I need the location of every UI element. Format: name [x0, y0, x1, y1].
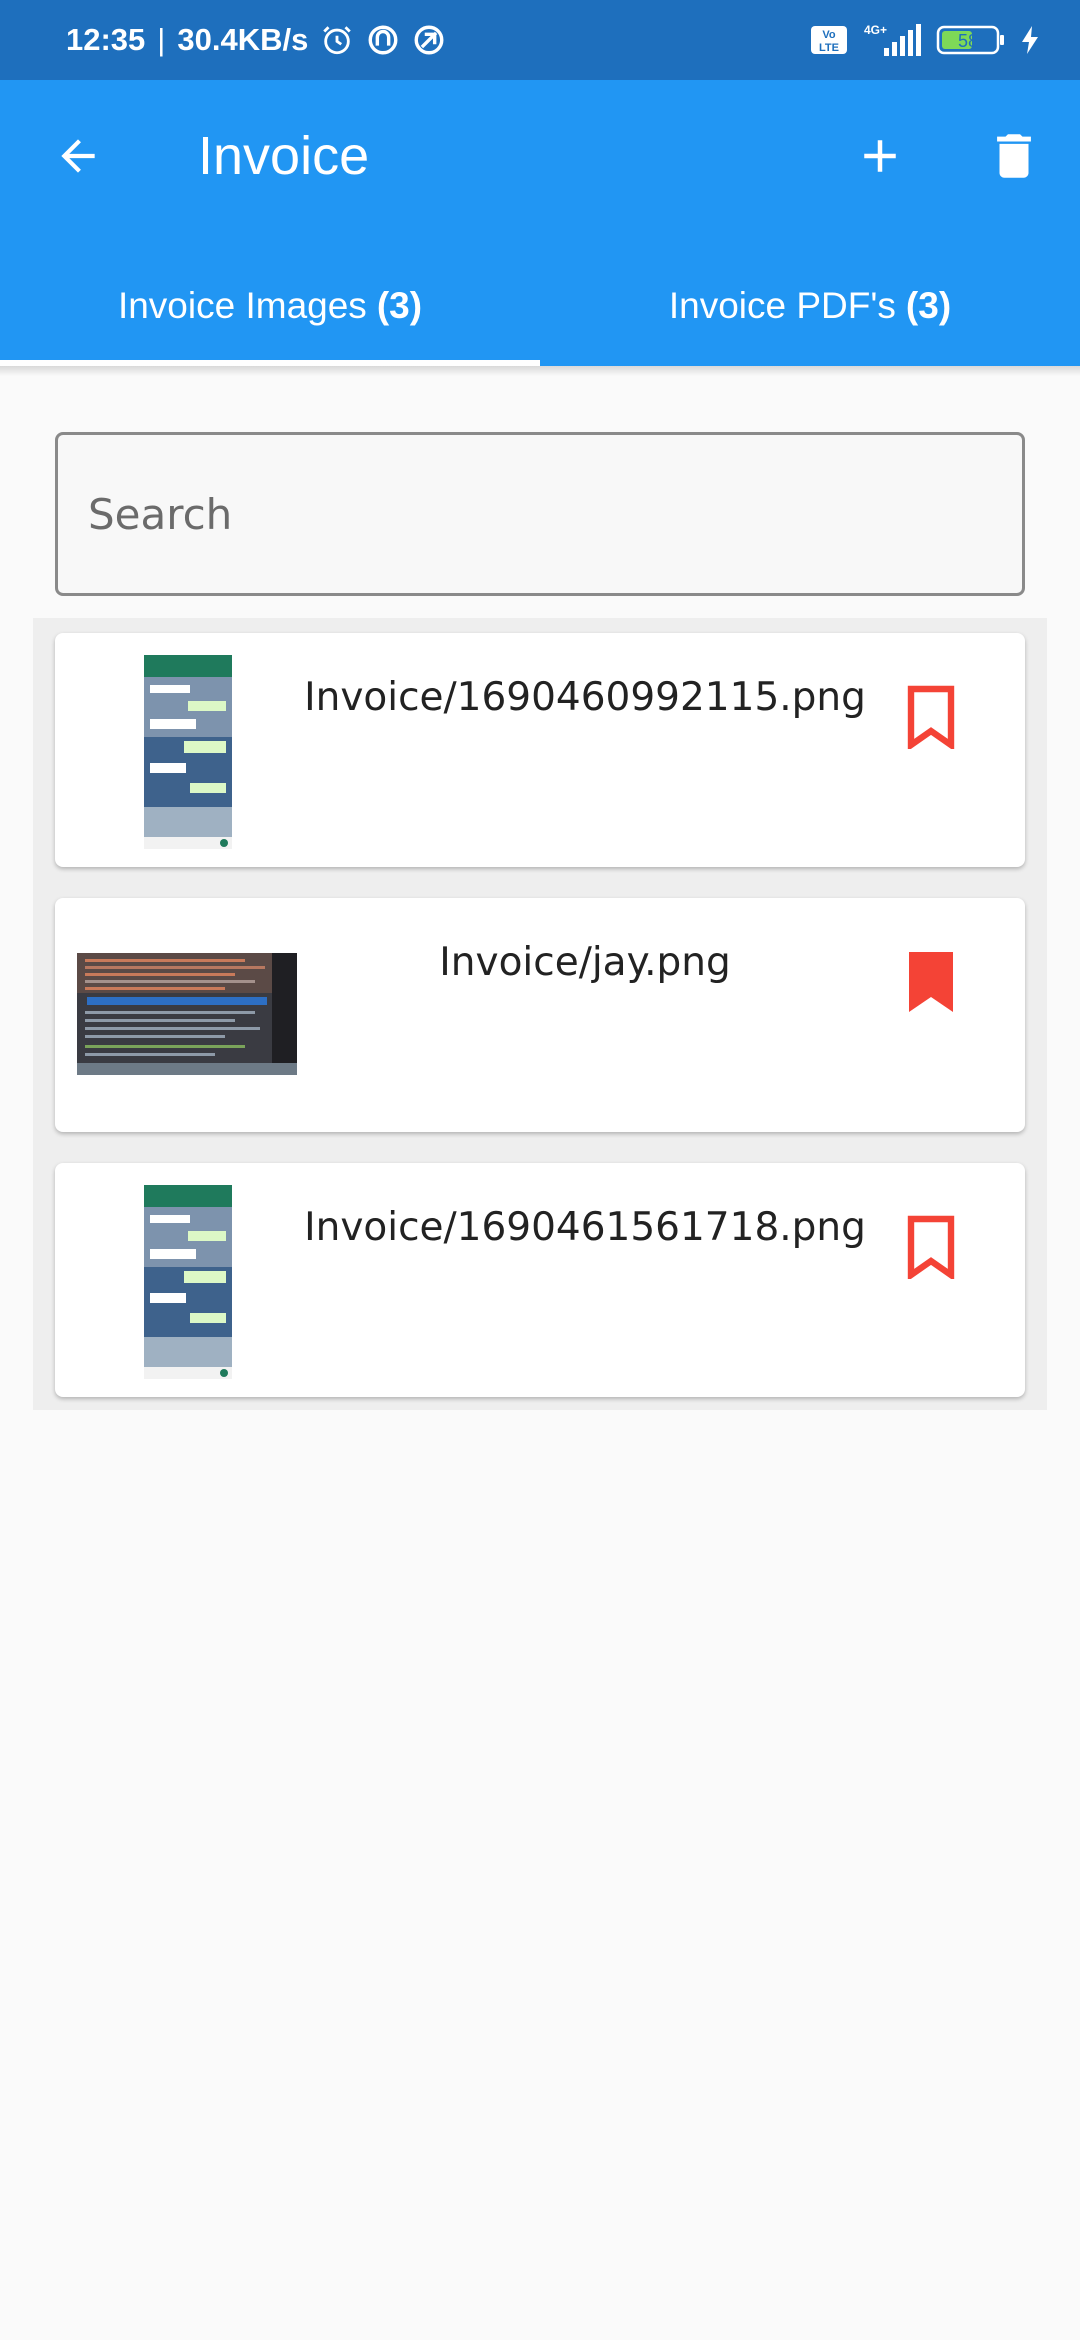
tab-invoice-images[interactable]: Invoice Images (3) [0, 246, 540, 366]
list-item[interactable]: Invoice/1690460992115.png [55, 633, 1025, 867]
tab-label: Invoice Images [117, 285, 367, 326]
app-notification-icon [366, 23, 400, 57]
back-button[interactable] [46, 124, 110, 188]
file-name: Invoice/1690460992115.png [304, 675, 866, 720]
bookmark-outline-icon[interactable] [905, 685, 957, 749]
list-item[interactable]: Invoice/1690461561718.png [55, 1163, 1025, 1397]
svg-text:LTE: LTE [819, 42, 839, 54]
status-bar: 12:35 | 30.4KB/s Vo LTE 4G+ 58 [0, 0, 1080, 80]
bookmark-filled-icon[interactable] [905, 950, 957, 1014]
battery-level: 58 [958, 31, 978, 51]
tab-label: Invoice PDF's [668, 285, 896, 326]
search-input[interactable] [58, 435, 1022, 593]
charging-icon [1020, 25, 1040, 55]
app-bar-shadow [0, 366, 1080, 376]
tab-count: (3) [376, 285, 423, 326]
alarm-icon [320, 23, 354, 57]
delete-button[interactable] [982, 124, 1046, 188]
plus-icon [864, 140, 896, 172]
bookmark-outline-icon[interactable] [905, 1215, 957, 1279]
app-notification-icon-2 [412, 23, 446, 57]
status-separator: | [157, 22, 166, 57]
tab-count: (3) [905, 285, 952, 326]
add-button[interactable] [848, 124, 912, 188]
signal-icon: 4G+ [862, 22, 922, 58]
svg-text:4G+: 4G+ [864, 23, 887, 37]
battery-icon: 58 [936, 24, 1006, 56]
volte-icon: Vo LTE [810, 25, 848, 55]
page-title: Invoice [198, 126, 370, 186]
tab-invoice-pdfs[interactable]: Invoice PDF's (3) [540, 246, 1080, 366]
status-speed: 30.4KB/s [177, 22, 309, 57]
file-name: Invoice/jay.png [439, 940, 731, 985]
status-time: 12:35 [66, 22, 146, 57]
file-thumbnail [77, 953, 297, 1075]
file-list: Invoice/1690460992115.png Invoice/jay.pn… [33, 618, 1047, 1410]
search-box [55, 432, 1025, 596]
arrow-back-icon [61, 139, 95, 173]
file-name: Invoice/1690461561718.png [304, 1205, 866, 1250]
trash-icon [997, 134, 1031, 178]
file-thumbnail [144, 655, 232, 849]
file-thumbnail [144, 1185, 232, 1379]
list-item[interactable]: Invoice/jay.png [55, 898, 1025, 1132]
app-bar: Invoice Invoice Images (3) Invoice PDF's… [0, 80, 1080, 366]
svg-text:Vo: Vo [822, 29, 836, 41]
tab-bar: Invoice Images (3) Invoice PDF's (3) [0, 246, 1080, 366]
